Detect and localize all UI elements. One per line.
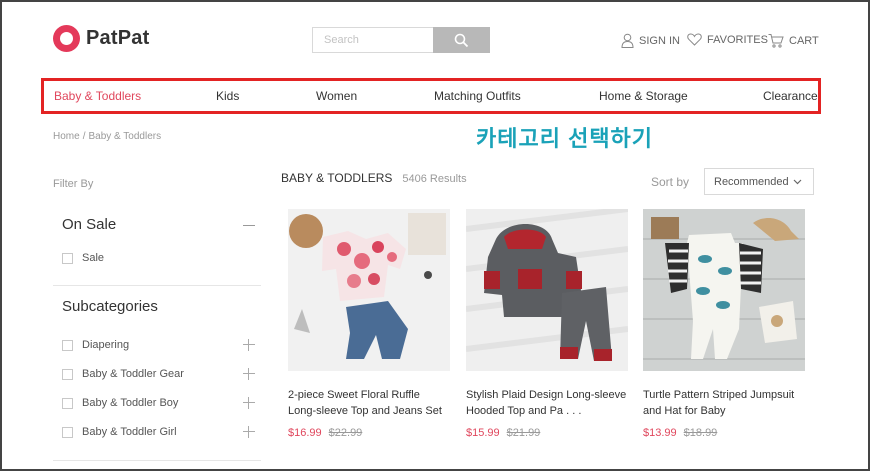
sidebar-divider [53,285,261,286]
filter-by-label: Filter By [53,178,94,190]
product-old-price: $21.99 [506,427,541,439]
product-prices: $13.99 $18.99 [643,427,805,439]
subcategory-label: Baby & Toddler Gear [82,368,184,380]
breadcrumb: Home / Baby & Toddlers [53,131,161,142]
product-name[interactable]: Stylish Plaid Design Long-sleeve Hooded … [466,387,628,419]
search-input[interactable] [312,27,433,53]
search-bar [312,27,490,53]
subcategory-baby-toddler-girl[interactable]: Baby & Toddler Girl [62,426,177,438]
subcategories-title[interactable]: Subcategories [62,298,158,315]
product-image[interactable] [643,209,805,371]
filter-option-label: Sale [82,252,105,264]
cart-link[interactable]: CART [768,33,819,48]
category-nav-highlight [41,78,821,114]
baby-toddler-gear-checkbox[interactable] [62,368,73,380]
results-title: BABY & TODDLERS [281,171,393,185]
subcategory-baby-toddler-gear[interactable]: Baby & Toddler Gear [62,368,184,380]
subcategory-label: Diapering [82,339,130,351]
nav-item-clearance[interactable]: Clearance [763,89,818,103]
product-image[interactable] [288,209,450,371]
floral-outfit-image [288,209,450,371]
product-image[interactable] [466,209,628,371]
breadcrumb-home[interactable]: Home [53,131,80,142]
product-name[interactable]: Turtle Pattern Striped Jumpsuit and Hat … [643,387,805,419]
plaid-outfit-image [466,209,628,371]
turtle-jumpsuit-image [643,209,805,371]
product-prices: $16.99 $22.99 [288,427,450,439]
nav-item-matching-outfits[interactable]: Matching Outfits [434,89,521,103]
product-prices: $15.99 $21.99 [466,427,628,439]
expand-plus-icon[interactable] [243,368,255,380]
user-icon [621,33,634,48]
product-old-price: $18.99 [683,427,718,439]
logo-mark-icon [53,25,80,52]
results-count: 5406 Results [402,173,467,185]
collapse-minus-icon[interactable] [243,225,255,226]
patpat-logo[interactable]: PatPat [53,25,149,52]
sale-checkbox[interactable] [62,252,73,264]
heart-icon [687,33,702,46]
sort-select[interactable]: Recommended [704,168,814,195]
product-price: $13.99 [643,427,677,439]
subcategory-baby-toddler-boy[interactable]: Baby & Toddler Boy [62,397,178,409]
annotation-text: 카테고리 선택하기 [476,126,654,151]
nav-item-home-storage[interactable]: Home & Storage [599,89,688,103]
diapering-checkbox[interactable] [62,339,73,351]
sidebar-divider [53,460,261,461]
subcategory-label: Baby & Toddler Girl [82,426,177,438]
sign-in-link[interactable]: SIGN IN [621,33,680,48]
product-card[interactable]: Turtle Pattern Striped Jumpsuit and Hat … [643,209,805,439]
product-price: $16.99 [288,427,322,439]
nav-item-baby-toddlers[interactable]: Baby & Toddlers [54,89,141,103]
product-price: $15.99 [466,427,500,439]
search-icon [454,33,469,47]
breadcrumb-current: Baby & Toddlers [88,131,162,142]
expand-plus-icon[interactable] [243,339,255,351]
nav-item-kids[interactable]: Kids [216,89,239,103]
search-button[interactable] [433,27,490,53]
subcategory-label: Baby & Toddler Boy [82,397,179,409]
baby-toddler-boy-checkbox[interactable] [62,397,73,409]
cart-icon [768,34,784,48]
filter-option-sale[interactable]: Sale [62,252,104,264]
expand-plus-icon[interactable] [243,426,255,438]
results-header: BABY & TODDLERS 5406 Results [281,171,467,185]
nav-item-women[interactable]: Women [316,89,357,103]
product-name[interactable]: 2-piece Sweet Floral Ruffle Long-sleeve … [288,387,450,419]
subcategory-diapering[interactable]: Diapering [62,339,129,351]
sign-in-label: SIGN IN [639,34,680,47]
product-old-price: $22.99 [328,427,363,439]
chevron-down-icon [793,179,802,184]
product-card[interactable]: Stylish Plaid Design Long-sleeve Hooded … [466,209,628,439]
breadcrumb-separator: / [82,131,86,142]
favorites-link[interactable]: FAVORITES [687,33,768,46]
sort-by-label: Sort by [651,175,690,189]
logo-text: PatPat [86,27,150,49]
product-card[interactable]: 2-piece Sweet Floral Ruffle Long-sleeve … [288,209,450,439]
favorites-label: FAVORITES [707,33,768,46]
cart-label: CART [789,34,819,47]
expand-plus-icon[interactable] [243,397,255,409]
on-sale-title[interactable]: On Sale [62,216,116,233]
baby-toddler-girl-checkbox[interactable] [62,426,73,438]
sort-value: Recommended [714,175,789,188]
